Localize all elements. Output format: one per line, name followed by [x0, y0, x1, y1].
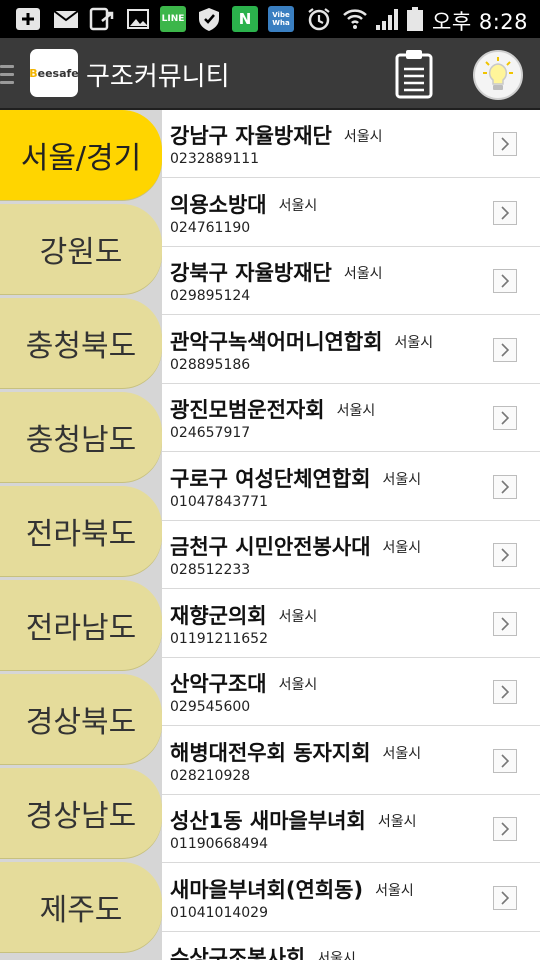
item-city: 서울시 [382, 471, 422, 488]
chevron-right-icon[interactable] [493, 543, 517, 567]
list-item[interactable]: 수상구조봉사회 서울시 [162, 932, 540, 960]
item-name: 성산1동 새마을부녀회 [170, 809, 366, 833]
transfer-icon [89, 7, 114, 31]
list-item[interactable]: 강북구 자율방재단 서울시 029895124 [162, 247, 540, 315]
battery-icon [407, 7, 423, 31]
item-phone: 024657917 [170, 425, 251, 441]
item-phone: 029545600 [170, 699, 251, 715]
item-name: 관악구녹색어머니연합회 [170, 329, 383, 354]
item-city: 서울시 [343, 266, 383, 282]
chevron-right-icon[interactable] [493, 680, 517, 704]
lightbulb-button[interactable] [473, 50, 523, 100]
item-phone: 01041014029 [170, 904, 268, 921]
clock: 오후 8:28 [432, 10, 528, 34]
app-bar: Beesafe 구조커뮤니티 [0, 38, 540, 110]
list-item[interactable]: 의용소방대 서울시 024761190 [162, 178, 540, 247]
chevron-right-icon[interactable] [493, 200, 517, 225]
item-city: 서울시 [278, 197, 318, 214]
item-city: 서울시 [278, 608, 318, 625]
chevron-right-icon[interactable] [493, 748, 517, 773]
clipboard-icon [395, 50, 433, 99]
region-sidebar: 서울/경기 강원도 충청북도 충청남도 전라북도 전라남도 경상북도 경상남도 … [0, 110, 162, 960]
item-city: 서울시 [382, 745, 422, 762]
item-phone: 0232889111 [170, 151, 260, 167]
list-item[interactable]: 광진모범운전자회 서울시 024657917 [162, 384, 540, 452]
list-item[interactable]: 금천구 시민안전봉사대 서울시 028512233 [162, 521, 540, 589]
item-name: 금천구 시민안전봉사대 [170, 535, 371, 559]
item-name: 광진모범운전자회 [170, 398, 325, 422]
item-name: 수상구조봉사회 [170, 946, 306, 960]
wifi-icon [343, 9, 367, 29]
item-name: 구로구 여성단체연합회 [170, 466, 371, 491]
region-tab-jeonbuk[interactable]: 전라북도 [0, 486, 162, 576]
chevron-right-icon[interactable] [493, 132, 517, 156]
item-name: 의용소방대 [170, 192, 267, 217]
status-bar: LINE N Vibe Wha 오후 8:28 [0, 0, 540, 38]
chevron-right-icon[interactable] [493, 817, 517, 841]
item-phone: 028210928 [170, 767, 251, 784]
item-city: 서울시 [336, 403, 376, 419]
image-icon [127, 9, 149, 29]
region-tab-gangwon[interactable]: 강원도 [0, 204, 162, 294]
item-city: 서울시 [278, 677, 318, 693]
chevron-right-icon[interactable] [493, 269, 517, 293]
item-name: 해병대전우회 동자지회 [170, 740, 371, 765]
item-phone: 01047843771 [170, 493, 268, 510]
lightbulb-icon [483, 57, 513, 90]
list-item[interactable]: 새마을부녀회(연희동) 서울시 01041014029 [162, 863, 540, 932]
item-phone: 028512233 [170, 562, 251, 578]
region-tab-jeju[interactable]: 제주도 [0, 862, 162, 952]
list-item[interactable]: 재향군의회 서울시 01191211652 [162, 589, 540, 658]
item-name: 강북구 자율방재단 [170, 261, 332, 285]
region-tab-jeonnam[interactable]: 전라남도 [0, 580, 162, 670]
chevron-right-icon[interactable] [493, 885, 517, 910]
signal-icon [376, 9, 398, 30]
item-phone: 01190668494 [170, 836, 268, 852]
chevron-right-icon[interactable] [493, 337, 517, 362]
item-name: 새마을부녀회(연희동) [170, 877, 364, 902]
region-tab-seoul-gyeonggi[interactable]: 서울/경기 [0, 110, 162, 200]
region-tab-gyeongbuk[interactable]: 경상북도 [0, 674, 162, 764]
region-tab-gyeongnam[interactable]: 경상남도 [0, 768, 162, 858]
item-name: 산악구조대 [170, 672, 267, 696]
item-phone: 024761190 [170, 219, 251, 236]
region-tab-chungbuk[interactable]: 충청북도 [0, 298, 162, 388]
item-phone: 029895124 [170, 288, 251, 304]
add-icon [16, 8, 40, 30]
item-phone: 028895186 [170, 356, 251, 373]
n-app-icon: N [232, 6, 258, 32]
item-name: 재향군의회 [170, 603, 267, 628]
chevron-right-icon[interactable] [493, 611, 517, 636]
line-app-icon: LINE [160, 6, 186, 32]
item-city: 서울시 [317, 951, 356, 960]
region-tab-chungnam[interactable]: 충청남도 [0, 392, 162, 482]
item-phone: 01191211652 [170, 630, 268, 647]
item-city: 서울시 [382, 540, 422, 556]
list-item[interactable]: 관악구녹색어머니연합회 서울시 028895186 [162, 315, 540, 384]
list-item[interactable]: 구로구 여성단체연합회 서울시 01047843771 [162, 452, 540, 521]
list-item[interactable]: 성산1동 새마을부녀회 서울시 01190668494 [162, 795, 540, 863]
item-city: 서울시 [343, 129, 383, 145]
alarm-icon [308, 8, 330, 31]
item-city: 서울시 [377, 814, 417, 830]
list-item[interactable]: 산악구조대 서울시 029545600 [162, 658, 540, 726]
chevron-right-icon[interactable] [493, 406, 517, 430]
list-item[interactable]: 강남구 자율방재단 서울시 0232889111 [162, 110, 540, 178]
app-logo: Beesafe [29, 49, 79, 97]
vibe-app-icon: Vibe Wha [268, 6, 294, 32]
item-city: 서울시 [375, 882, 414, 899]
clipboard-button[interactable] [393, 48, 435, 100]
chevron-right-icon[interactable] [493, 474, 517, 499]
mail-icon [53, 10, 79, 28]
item-name: 강남구 자율방재단 [170, 124, 332, 148]
menu-icon[interactable] [0, 65, 14, 85]
item-city: 서울시 [394, 334, 434, 351]
list-item[interactable]: 해병대전우회 동자지회 서울시 028210928 [162, 726, 540, 795]
shield-icon [199, 8, 219, 31]
page-title: 구조커뮤니티 [86, 62, 230, 92]
organization-list: 강남구 자율방재단 서울시 0232889111 의용소방대 서울시 0247611… [162, 110, 540, 960]
